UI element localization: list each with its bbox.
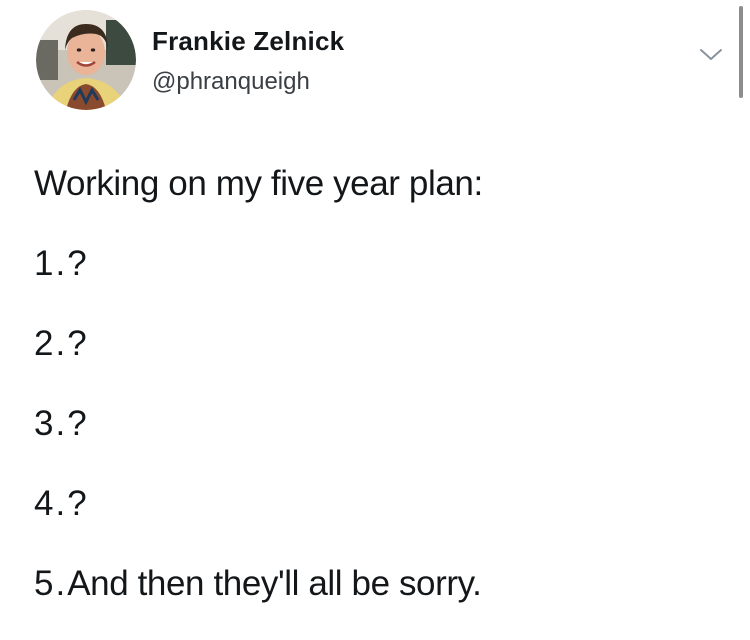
display-name[interactable]: Frankie Zelnick [152,26,344,57]
item-text: And then they'll all be sorry. [67,564,482,603]
item-text: ? [67,324,87,363]
plan-item-1: 1.? [34,244,87,284]
item-text: ? [67,244,87,283]
plan-item-3: 3.? [34,404,87,444]
plan-item-2: 2.? [34,324,87,364]
item-number: 2. [34,324,68,363]
user-handle[interactable]: @phranqueigh [152,68,310,96]
item-number: 5. [34,564,68,603]
avatar[interactable] [36,10,136,110]
item-number: 3. [34,404,68,443]
plan-item-4: 4.? [34,484,87,524]
tweet-header: Frankie Zelnick @phranqueigh [36,10,726,114]
scrollbar[interactable] [739,6,743,98]
item-text: ? [67,404,87,443]
chevron-down-icon[interactable] [696,40,726,70]
tweet-intro: Working on my five year plan: [34,164,483,203]
item-text: ? [67,484,87,523]
item-number: 4. [34,484,68,523]
tweet-card: Frankie Zelnick @phranqueigh Working on … [0,0,750,640]
plan-item-5: 5.And then they'll all be sorry. [34,564,482,604]
item-number: 1. [34,244,68,283]
avatar-image [36,10,136,110]
